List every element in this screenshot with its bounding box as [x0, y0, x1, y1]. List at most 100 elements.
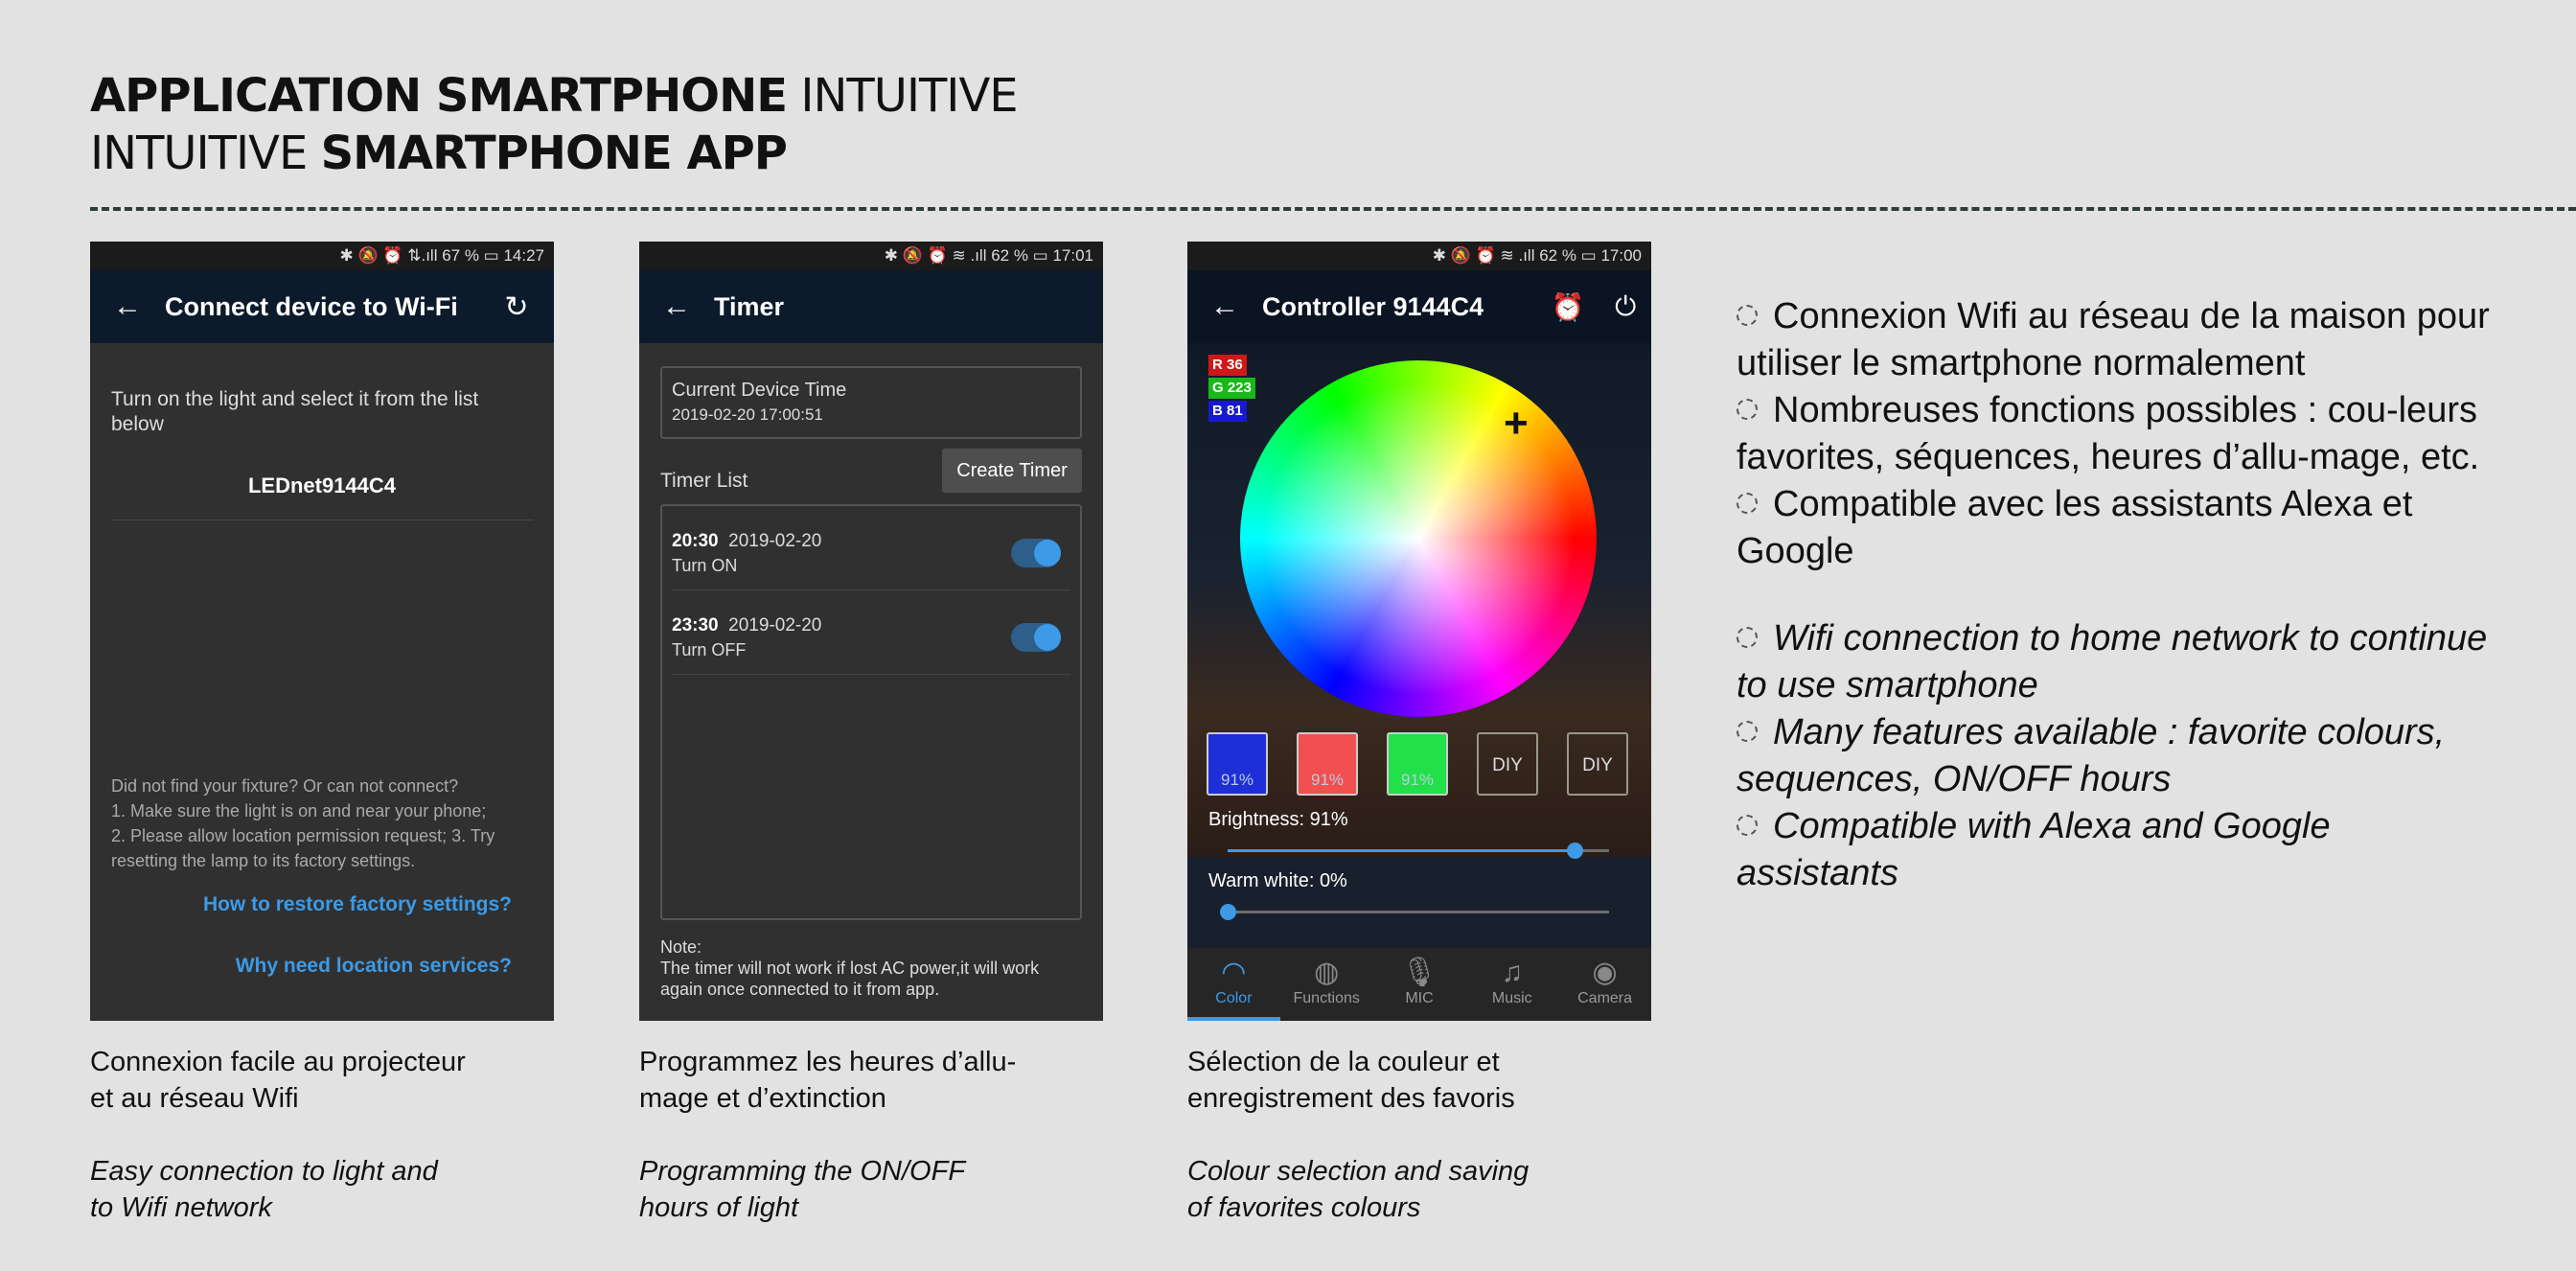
bottom-tab-bar: ◠ Color ◍ Functions 🎙 MIC ♫ Music ◉ Camera [1187, 948, 1651, 1021]
tab-color[interactable]: ◠ Color [1187, 948, 1280, 1021]
bullet-icon [1736, 399, 1758, 420]
swatch-label: DIY [1492, 755, 1523, 775]
tab-label: Music [1491, 990, 1532, 1006]
app-bar: ← Controller 9144C4 ⏰ ⏻ [1187, 270, 1651, 343]
feature-item-fr: Compatible avec les assistants Alexa et … [1736, 481, 2494, 575]
bullet-icon [1736, 627, 1758, 648]
timer-list-label: Timer List [660, 470, 748, 492]
feature-text: Compatible with Alexa and Google assista… [1736, 806, 2331, 893]
back-arrow-icon[interactable]: ← [1187, 290, 1262, 323]
feature-item-en: Wifi connection to home network to conti… [1736, 615, 2494, 709]
feature-text: Compatible avec les assistants Alexa et … [1736, 484, 2413, 571]
brightness-label: Brightness: 91% [1208, 809, 1348, 830]
slider-knob[interactable] [1220, 904, 1236, 920]
current-time-value: 2019-02-20 17:00:51 [672, 405, 823, 424]
timer-date: 2019-02-20 [728, 531, 822, 551]
tab-label: Camera [1577, 990, 1633, 1006]
feature-text: Many features available : favorite colou… [1736, 712, 2446, 799]
bullet-icon [1736, 721, 1758, 742]
title-bold-2: SMARTPHONE APP [320, 127, 788, 180]
timer-action: Turn ON [672, 556, 738, 575]
tab-label: Color [1215, 990, 1253, 1006]
caption-fr: Connexion facile au projecteur et au rés… [90, 1047, 466, 1114]
feature-text: Wifi connection to home network to conti… [1736, 618, 2488, 705]
back-arrow-icon[interactable]: ← [90, 290, 165, 323]
favorite-swatch[interactable]: 91% [1207, 732, 1268, 796]
screenshot-controller: ✱ 🔕 ⏰ ≋ .ıll 62 % ▭ 17:00 ← Controller 9… [1187, 242, 1651, 1021]
timer-time: 20:30 [672, 531, 719, 551]
color-wheel[interactable] [1240, 360, 1597, 717]
blue-value: B 81 [1208, 401, 1247, 422]
power-icon[interactable]: ⏻ [1615, 291, 1636, 323]
tab-music[interactable]: ♫ Music [1465, 948, 1558, 1021]
favorite-swatch[interactable]: 91% [1297, 732, 1358, 796]
factory-settings-link[interactable]: How to restore factory settings? [203, 893, 512, 916]
app-bar: ← Connect device to Wi-Fi ↻ [90, 270, 554, 343]
caption-en: Easy connection to light and to Wifi net… [90, 1156, 438, 1223]
diy-swatch[interactable]: DIY [1477, 732, 1538, 796]
note-label: Note: [660, 937, 702, 957]
warm-white-slider[interactable] [1220, 904, 1609, 920]
timer-toggle[interactable] [1011, 539, 1061, 567]
tab-label: MIC [1405, 990, 1434, 1006]
microphone-icon: 🎙 [1400, 957, 1438, 988]
timer-action: Turn OFF [672, 640, 747, 659]
timer-note: Note: The timer will not work if lost AC… [660, 936, 1082, 1000]
red-value: R 36 [1208, 355, 1247, 376]
tab-camera[interactable]: ◉ Camera [1558, 948, 1651, 1021]
create-timer-button[interactable]: Create Timer [942, 449, 1082, 493]
app-bar: ← Timer [639, 270, 1103, 343]
screenshot-wifi-connect: ✱ 🔕 ⏰ ⇅.ıll 67 % ▭ 14:27 ← Connect devic… [90, 242, 554, 1021]
swatch-label: 91% [1220, 771, 1254, 789]
status-bar: ✱ 🔕 ⏰ ⇅.ıll 67 % ▭ 14:27 [90, 242, 554, 270]
timer-toggle[interactable] [1011, 623, 1061, 652]
caption-fr: Programmez les heures d’allu- mage et d’… [639, 1047, 1017, 1114]
crosshair-icon[interactable]: + [1504, 403, 1529, 445]
tab-mic[interactable]: 🎙 MIC [1373, 948, 1466, 1021]
dashed-divider [90, 207, 2576, 211]
favorite-swatch[interactable]: 91% [1387, 732, 1448, 796]
caption-en: Programming the ON/OFF hours of light [639, 1156, 966, 1223]
status-bar: ✱ 🔕 ⏰ ≋ .ıll 62 % ▭ 17:01 [639, 242, 1103, 270]
rainbow-icon: ◠ [1221, 957, 1247, 988]
feature-text: Nombreuses fonctions possibles : cou-leu… [1736, 390, 2480, 477]
title-bold-1: APPLICATION SMARTPHONE [90, 69, 788, 123]
caption-en: Colour selection and saving of favorites… [1187, 1156, 1530, 1223]
feature-text: Connexion Wifi au réseau de la maison po… [1736, 296, 2490, 383]
device-name[interactable]: LEDnet9144C4 [90, 474, 554, 498]
bullet-icon [1736, 305, 1758, 326]
caption-wifi: Connexion facile au projecteur et au rés… [90, 1044, 550, 1226]
green-value: G 223 [1208, 378, 1255, 399]
feature-item-en: Compatible with Alexa and Google assista… [1736, 803, 2494, 897]
status-bar: ✱ 🔕 ⏰ ≋ .ıll 62 % ▭ 17:00 [1187, 242, 1651, 270]
bullet-icon [1736, 815, 1758, 836]
title-light-1: INTUITIVE [800, 69, 1018, 123]
functions-icon: ◍ [1314, 957, 1340, 988]
feature-item-fr: Connexion Wifi au réseau de la maison po… [1736, 293, 2494, 387]
title-light-2: INTUITIVE [90, 127, 308, 180]
location-services-link[interactable]: Why need location services? [236, 955, 512, 978]
bullet-icon [1736, 493, 1758, 514]
feature-item-en: Many features available : favorite colou… [1736, 709, 2494, 803]
music-icon: ♫ [1501, 957, 1524, 988]
timer-row[interactable]: 20:30 2019-02-20 Turn ON [672, 506, 1070, 590]
tab-functions[interactable]: ◍ Functions [1280, 948, 1373, 1021]
caption-timer: Programmez les heures d’allu- mage et d’… [639, 1044, 1099, 1226]
back-arrow-icon[interactable]: ← [639, 290, 714, 323]
timer-time: 23:30 [672, 615, 719, 636]
alarm-icon[interactable]: ⏰ [1552, 291, 1585, 323]
tab-label: Functions [1293, 990, 1360, 1006]
timer-list: 20:30 2019-02-20 Turn ON 23:30 2019-02-2… [660, 504, 1082, 920]
brightness-slider[interactable] [1228, 843, 1609, 859]
swatch-label: 91% [1310, 771, 1345, 789]
instruction-text: Turn on the light and select it from the… [111, 388, 479, 435]
screen-title: Controller 9144C4 [1262, 291, 1484, 321]
refresh-icon[interactable]: ↻ [479, 290, 554, 324]
timer-row[interactable]: 23:30 2019-02-20 Turn OFF [672, 590, 1070, 675]
diy-swatch[interactable]: DIY [1567, 732, 1628, 796]
current-time-box: Current Device Time 2019-02-20 17:00:51 [660, 366, 1082, 439]
warm-white-label: Warm white: 0% [1208, 870, 1347, 891]
caption-color: Sélection de la couleur et enregistremen… [1187, 1044, 1647, 1226]
feature-item-fr: Nombreuses fonctions possibles : cou-leu… [1736, 387, 2494, 481]
timer-date: 2019-02-20 [728, 615, 822, 636]
